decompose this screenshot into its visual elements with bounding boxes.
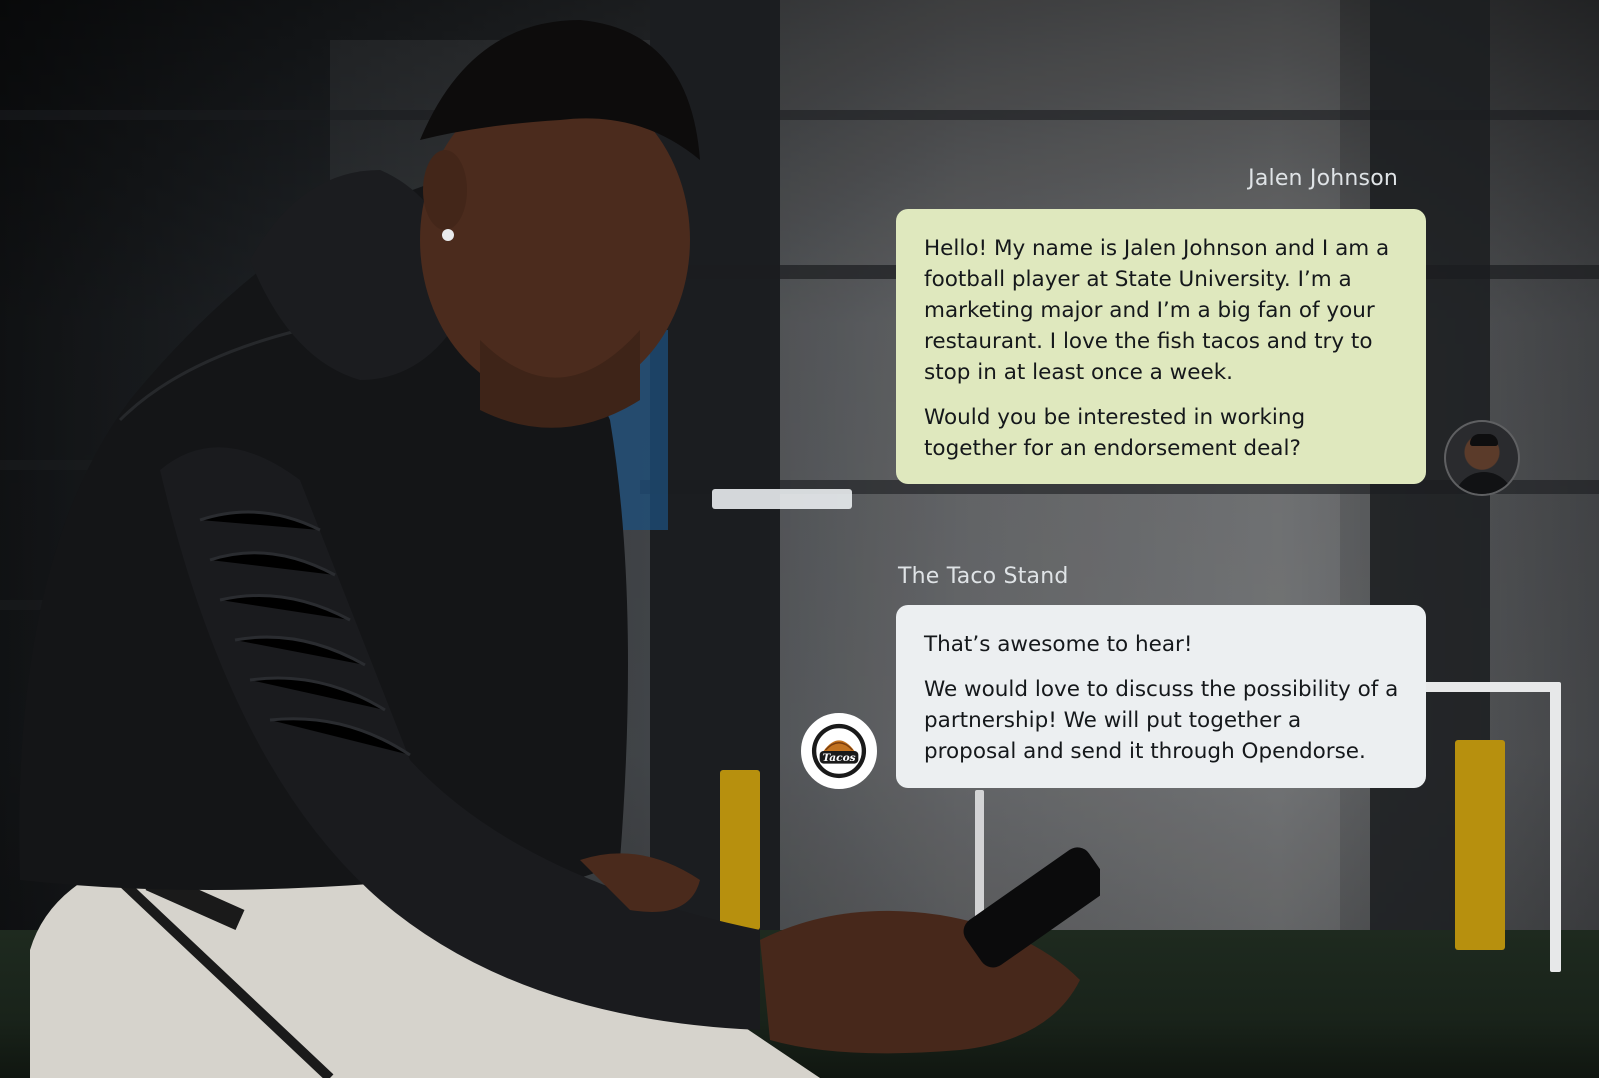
message-bubble-taco-stand: That’s awesome to hear! We would love to… — [896, 605, 1426, 788]
message-bubble-jalen: Hello! My name is Jalen Johnson and I am… — [896, 209, 1426, 484]
taco-logo-icon: Tacos — [811, 723, 867, 779]
message-paragraph: We would love to discuss the possibility… — [924, 677, 1399, 764]
message-paragraph: Would you be interested in working toget… — [924, 405, 1306, 461]
taco-logo-text: Tacos — [822, 751, 855, 764]
message-paragraph: Hello! My name is Jalen Johnson and I am… — [924, 236, 1390, 385]
sender-name-taco-stand: The Taco Stand — [898, 564, 1069, 589]
sender-name-jalen: Jalen Johnson — [1248, 166, 1398, 191]
athlete-avatar — [1444, 420, 1520, 496]
background-photo — [0, 0, 1599, 1078]
message-paragraph: That’s awesome to hear! — [924, 632, 1193, 657]
taco-stand-logo-icon: Tacos — [801, 713, 877, 789]
